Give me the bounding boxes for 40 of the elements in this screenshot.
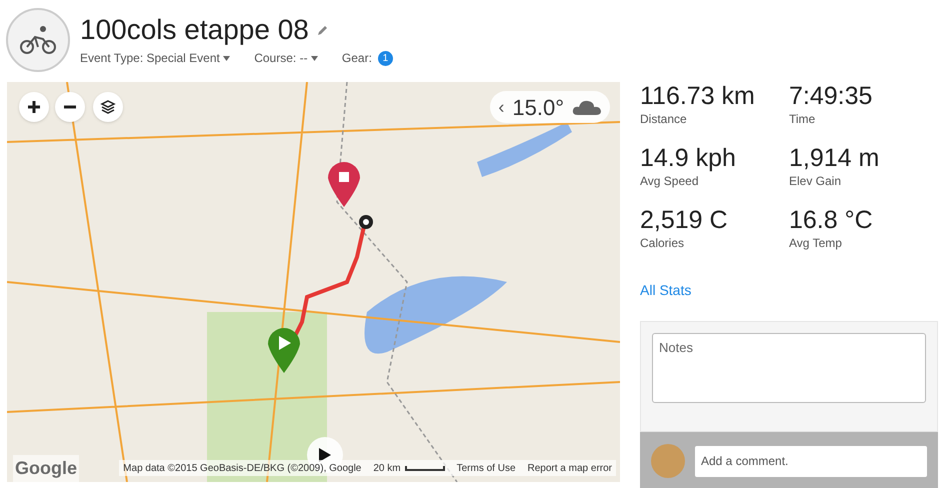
play-icon	[318, 447, 332, 463]
caret-icon	[223, 56, 230, 62]
start-pin-icon[interactable]	[267, 326, 301, 374]
map-link[interactable]: Report a map error	[528, 460, 612, 476]
stat-label: Elev Gain	[789, 173, 842, 190]
stat-value: 7:49:35	[789, 82, 874, 110]
stat-label: Avg Temp	[789, 235, 843, 252]
stat-label: Avg Speed	[640, 173, 700, 190]
map-logo: Google	[13, 454, 79, 482]
weather-panel[interactable]: ‹ 15.0°	[490, 91, 610, 123]
map-link[interactable]: Terms of Use	[456, 460, 516, 476]
stat-label: Calories	[640, 235, 686, 252]
notes-field[interactable]: Notes	[652, 333, 926, 403]
stat-value: 1,914 m	[789, 144, 880, 172]
stat-label: Time	[789, 111, 816, 128]
stat-value: 2,519 C	[640, 206, 729, 234]
plus-icon	[27, 100, 41, 114]
finish-pin-icon[interactable]	[327, 160, 361, 208]
cloud-icon	[572, 98, 602, 116]
stat-label: Distance	[640, 111, 688, 128]
pencil-icon[interactable]	[316, 24, 329, 36]
collapse-chevron[interactable]: ‹	[498, 94, 504, 120]
activity-title: 100cols etappe 08	[80, 13, 309, 47]
stat-value: 14.9 kph	[640, 144, 737, 172]
comment-field[interactable]: Add a comment.	[695, 446, 927, 476]
stat-value: 16.8 °C	[789, 206, 874, 234]
user-avatar	[651, 444, 685, 478]
gear-label: Gear:	[342, 50, 372, 67]
layers-icon	[100, 99, 116, 115]
temperature-reading: 15.0°	[512, 94, 564, 122]
caret-icon	[310, 56, 318, 62]
minus-icon	[63, 105, 77, 109]
stat-value: 116.73 km	[640, 82, 756, 110]
event-type-dropdown[interactable]: Event Type: Special Event	[80, 49, 230, 67]
course-dropdown[interactable]: Course: --	[254, 49, 318, 67]
gear-count-badge[interactable]: 1	[378, 50, 393, 66]
map-scale: 20 km	[373, 460, 445, 476]
waypoint-marker-icon	[358, 214, 374, 230]
all-stats-link[interactable]: All Stats	[640, 280, 938, 301]
map-attribution: Map data ©2015 GeoBasis-DE/BKG (©2009), Google	[123, 462, 362, 476]
